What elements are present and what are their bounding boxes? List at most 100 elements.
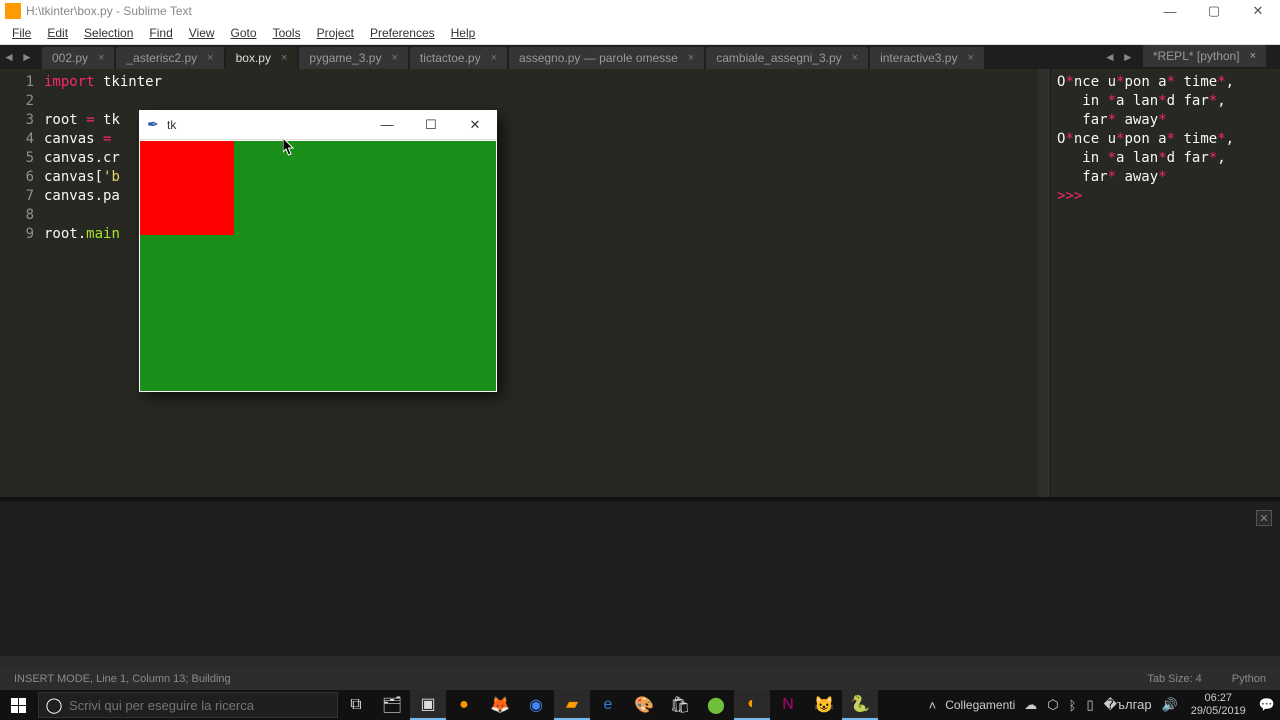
gimp-icon[interactable]: 🦊 bbox=[482, 690, 518, 720]
tabbar: 002.py × _asterisc2.py× box.py × pygame_3.… bbox=[42, 45, 1280, 69]
mouse-cursor-icon bbox=[283, 138, 295, 156]
tab-002[interactable]: 002.py × bbox=[42, 47, 114, 69]
menu-find[interactable]: Find bbox=[141, 23, 180, 43]
line-num: 3 bbox=[0, 111, 34, 130]
menu-selection[interactable]: Selection bbox=[76, 23, 141, 43]
firefox-icon[interactable]: ● bbox=[446, 690, 482, 720]
tk-close-button[interactable]: ✕ bbox=[453, 110, 497, 140]
tab-label: cambiale_assegni_3.py bbox=[716, 51, 841, 65]
tk-titlebar[interactable]: ✒ tk — ☐ ✕ bbox=[139, 110, 497, 140]
tk-minimize-button[interactable]: — bbox=[365, 110, 409, 140]
taskbar: ◯ ⧉ 🗂 ▣ ● 🦊 ◉ ▰ e 🎨 🛍 ⬤ ◐ N 😺 🐍 ˄ Colleg… bbox=[0, 690, 1280, 720]
panel-close-icon[interactable]: ✕ bbox=[1256, 510, 1272, 526]
tab-interactive3[interactable]: interactive3.py× bbox=[870, 47, 984, 69]
tab-label: tictactoe.py bbox=[420, 51, 481, 65]
taskbar-search[interactable]: ◯ bbox=[38, 692, 338, 718]
tab-label: pygame_3.py bbox=[309, 51, 381, 65]
line-num: 4 bbox=[0, 130, 34, 149]
line-num: 8 bbox=[0, 206, 34, 225]
tab-close-icon[interactable]: × bbox=[688, 52, 694, 64]
tab-close-icon[interactable]: × bbox=[1250, 50, 1256, 62]
search-input[interactable] bbox=[69, 698, 337, 713]
menu-goto[interactable]: Goto bbox=[223, 23, 265, 43]
tab-close-icon[interactable]: × bbox=[98, 52, 104, 64]
maximize-button[interactable]: ▢ bbox=[1192, 0, 1236, 22]
tab-close-icon[interactable]: × bbox=[491, 52, 497, 64]
python-icon[interactable]: 🐍 bbox=[842, 690, 878, 720]
tab-label: *REPL* [python] bbox=[1153, 49, 1240, 63]
tray-collegamenti[interactable]: Collegamenti bbox=[941, 698, 1019, 712]
tab-close-icon[interactable]: × bbox=[281, 52, 287, 64]
line-num: 5 bbox=[0, 149, 34, 168]
cortana-icon[interactable]: ◯ bbox=[39, 696, 69, 714]
close-button[interactable]: ✕ bbox=[1236, 0, 1280, 22]
tk-red-rectangle bbox=[140, 141, 234, 235]
nav-forward-icon[interactable]: ► bbox=[1119, 45, 1137, 69]
tab-pygame3[interactable]: pygame_3.py × bbox=[299, 47, 407, 69]
status-syntax[interactable]: Python bbox=[1232, 673, 1266, 685]
tabbar-right: ◄ ► *REPL* [python] × bbox=[1101, 45, 1268, 69]
menubar: File Edit Selection Find View Goto Tools… bbox=[0, 22, 1280, 45]
tray-clock[interactable]: 06:27 29/05/2019 bbox=[1183, 692, 1254, 718]
tab-label: 002.py bbox=[52, 51, 88, 65]
tab-assegno[interactable]: assegno.py — parole omesse × bbox=[509, 47, 704, 69]
tab-close-icon[interactable]: × bbox=[852, 52, 858, 64]
explorer-icon[interactable]: 🗂 bbox=[374, 690, 410, 720]
camtasia-icon[interactable]: ⬤ bbox=[698, 690, 734, 720]
menu-edit[interactable]: Edit bbox=[39, 23, 76, 43]
windows-icon bbox=[11, 698, 26, 713]
tab-box[interactable]: box.py × bbox=[226, 47, 298, 69]
wifi-icon[interactable]: �ългар bbox=[1099, 697, 1157, 713]
tab-cambiale[interactable]: cambiale_assegni_3.py × bbox=[706, 47, 868, 69]
start-button[interactable] bbox=[0, 690, 36, 720]
line-num: 2 bbox=[0, 92, 34, 111]
store-icon[interactable]: 🛍 bbox=[662, 690, 698, 720]
tk-canvas[interactable] bbox=[139, 140, 497, 392]
edge-icon[interactable]: e bbox=[590, 690, 626, 720]
firefox2-icon[interactable]: ◐ bbox=[734, 690, 770, 720]
system-tray: ˄ Collegamenti ☁ ⬡ ᛒ ▯ �ългар 🔊 06:27 29… bbox=[924, 690, 1280, 720]
snagit-icon[interactable]: 😺 bbox=[806, 690, 842, 720]
taskview-icon[interactable]: ⧉ bbox=[338, 690, 374, 720]
terminal-icon[interactable]: ▣ bbox=[410, 690, 446, 720]
menu-project[interactable]: Project bbox=[309, 23, 362, 43]
clock-date: 29/05/2019 bbox=[1191, 705, 1246, 718]
onenote-icon[interactable]: N bbox=[770, 690, 806, 720]
battery-icon[interactable]: ▯ bbox=[1081, 697, 1098, 713]
menu-help[interactable]: Help bbox=[443, 23, 484, 43]
tab-label: assegno.py — parole omesse bbox=[519, 51, 678, 65]
status-tabsize[interactable]: Tab Size: 4 bbox=[1147, 673, 1201, 685]
paint-icon[interactable]: 🎨 bbox=[626, 690, 662, 720]
antivirus-icon[interactable]: ⬡ bbox=[1042, 697, 1063, 713]
tab-close-icon[interactable]: × bbox=[391, 52, 397, 64]
tab-tictactoe[interactable]: tictactoe.py × bbox=[410, 47, 507, 69]
minimize-button[interactable]: — bbox=[1148, 0, 1192, 22]
chrome-icon[interactable]: ◉ bbox=[518, 690, 554, 720]
nav-back-icon[interactable]: ◄ bbox=[0, 45, 18, 69]
menu-view[interactable]: View bbox=[181, 23, 223, 43]
tray-chevron-icon[interactable]: ˄ bbox=[924, 698, 942, 713]
line-num: 9 bbox=[0, 225, 34, 244]
tk-maximize-button[interactable]: ☐ bbox=[409, 110, 453, 140]
titlebar[interactable]: H:\tkinter\box.py - Sublime Text — ▢ ✕ bbox=[0, 0, 1280, 22]
tab-close-icon[interactable]: × bbox=[967, 52, 973, 64]
nav-forward-icon[interactable]: ► bbox=[18, 45, 36, 69]
tab-repl[interactable]: *REPL* [python] × bbox=[1143, 45, 1266, 67]
tab-asterisc2[interactable]: _asterisc2.py× bbox=[116, 47, 223, 69]
notifications-icon[interactable]: 💬 bbox=[1254, 697, 1280, 713]
build-panel[interactable] bbox=[0, 501, 1280, 656]
menu-tools[interactable]: Tools bbox=[265, 23, 309, 43]
menu-file[interactable]: File bbox=[4, 23, 39, 43]
tkinter-window[interactable]: ✒ tk — ☐ ✕ bbox=[139, 110, 497, 392]
bluetooth-icon[interactable]: ᛒ bbox=[1064, 698, 1082, 713]
sublime-icon[interactable]: ▰ bbox=[554, 690, 590, 720]
nav-back-icon[interactable]: ◄ bbox=[1101, 45, 1119, 69]
volume-icon[interactable]: 🔊 bbox=[1157, 697, 1183, 713]
statusbar: INSERT MODE, Line 1, Column 13; Building… bbox=[0, 668, 1280, 690]
line-num: 7 bbox=[0, 187, 34, 206]
onedrive-icon[interactable]: ☁ bbox=[1019, 697, 1042, 713]
feather-icon: ✒ bbox=[145, 117, 161, 133]
tab-close-icon[interactable]: × bbox=[207, 52, 213, 64]
tab-label: box.py bbox=[236, 51, 271, 65]
menu-preferences[interactable]: Preferences bbox=[362, 23, 443, 43]
